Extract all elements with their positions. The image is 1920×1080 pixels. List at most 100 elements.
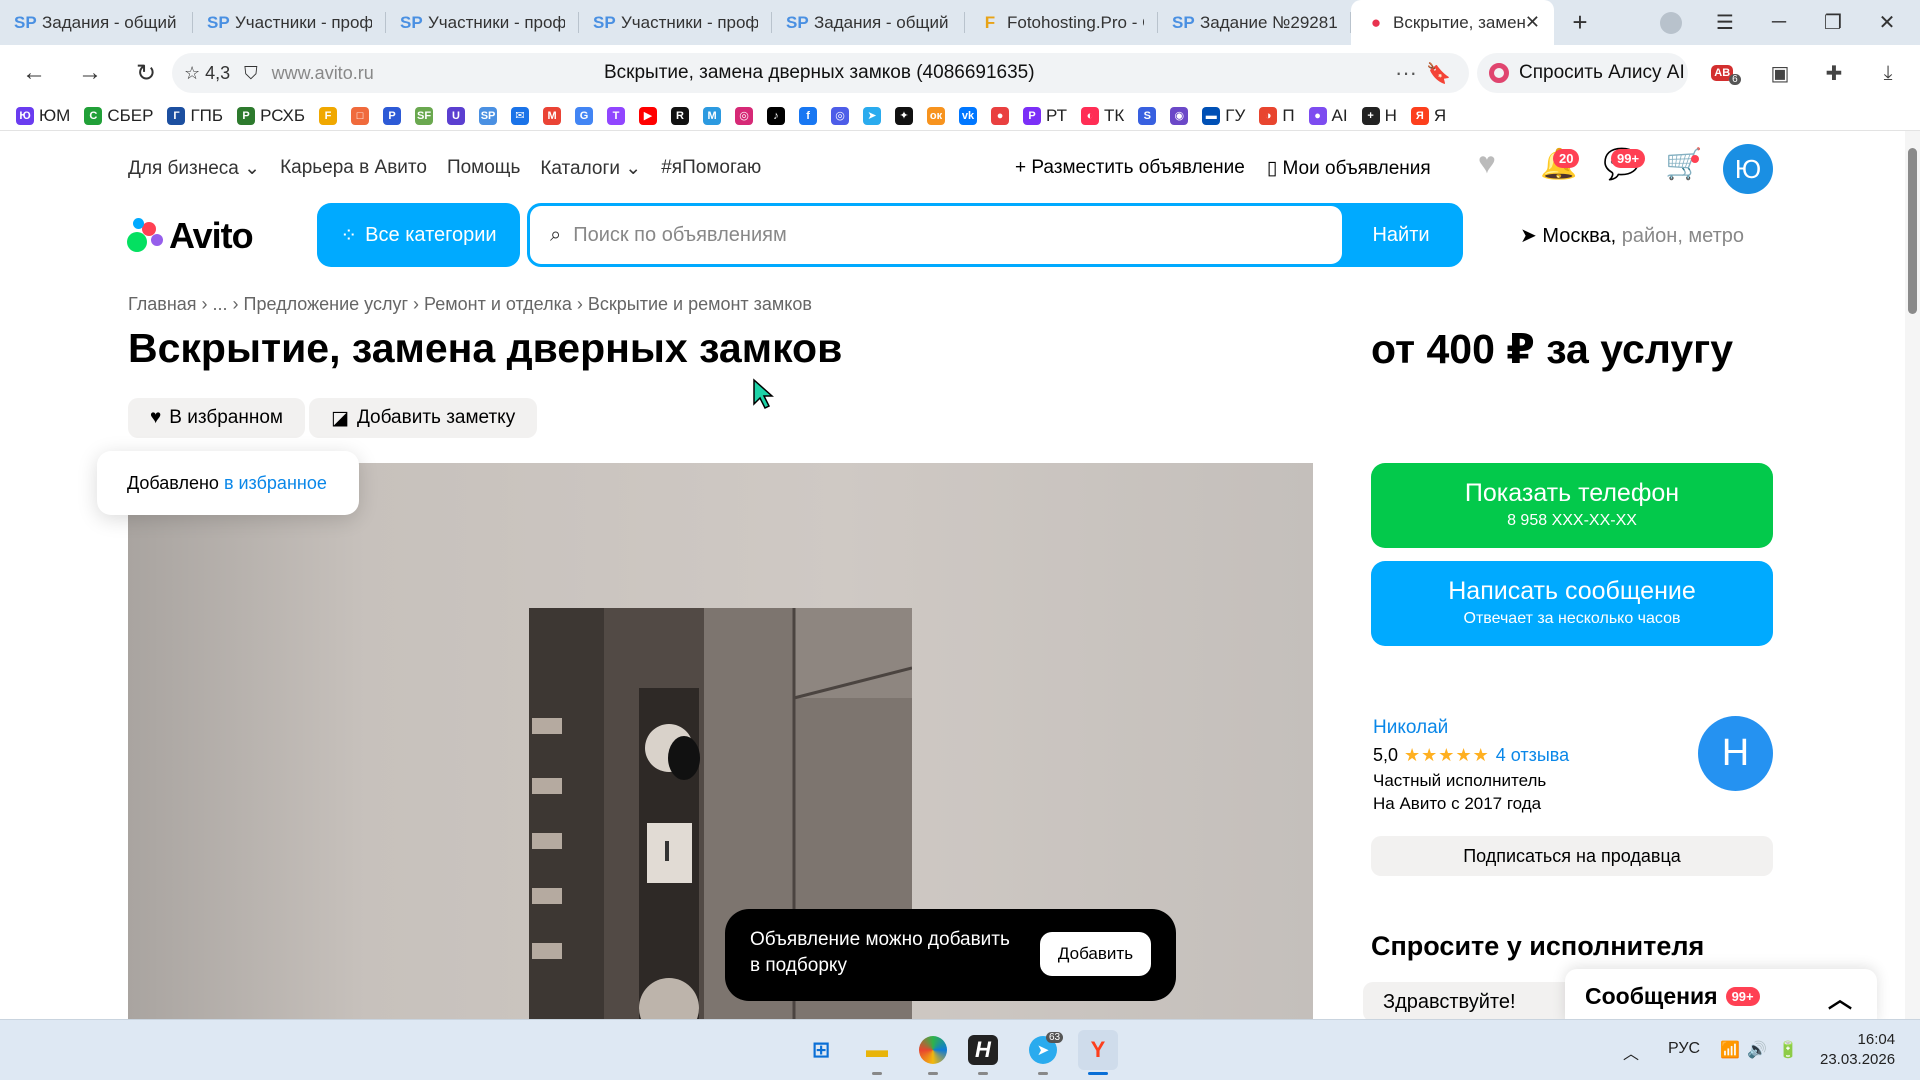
screenshot-extension-icon[interactable]: ▣ [1762, 55, 1798, 91]
browser-tab[interactable]: SP Задание №29281 [1158, 0, 1351, 45]
breadcrumb-item[interactable]: Предложение услуг [244, 294, 409, 314]
browser-tab[interactable]: F Fotohosting.Pro - Сохранено [965, 0, 1158, 45]
chevron-up-icon[interactable]: ︿ [1828, 979, 1852, 1014]
volume-icon[interactable]: 🔊 [1747, 1040, 1767, 1060]
nav-business[interactable]: Для бизнеса ⌄ [128, 157, 260, 180]
messages-panel[interactable]: Сообщения 99+ ︿ [1565, 969, 1877, 1019]
menu-icon[interactable]: ☰ [1702, 0, 1748, 45]
add-note-button[interactable]: ◪ Добавить заметку [309, 398, 538, 438]
bookmark-item[interactable]: U [447, 106, 466, 125]
bookmark-item[interactable]: ◎ [735, 106, 754, 125]
bookmark-item[interactable]: Ю ЮМ [16, 106, 70, 126]
bookmark-item[interactable]: ♪ [767, 106, 786, 125]
bookmark-icon[interactable]: 🔖 [1426, 61, 1451, 86]
bookmark-item[interactable]: Р РСХБ [237, 106, 305, 126]
bookmark-item[interactable]: □ [351, 106, 370, 125]
bookmark-item[interactable]: R [671, 106, 690, 125]
show-phone-button[interactable]: Показать телефон 8 958 XXX-XX-XX [1371, 463, 1773, 548]
file-explorer-icon[interactable]: ▬ [857, 1030, 897, 1070]
subscribe-seller-button[interactable]: Подписаться на продавца [1371, 836, 1773, 876]
bookmark-item[interactable]: T [607, 106, 626, 125]
bookmark-item[interactable]: Г ГПБ [167, 106, 223, 126]
bookmark-item[interactable]: ◐ ТК [1081, 106, 1124, 126]
bookmark-item[interactable]: S [1138, 106, 1157, 125]
in-favorites-button[interactable]: ♥ В избранном [128, 398, 305, 438]
adblock-extension-icon[interactable]: AB 6 [1708, 55, 1744, 91]
nav-career[interactable]: Карьера в Авито [280, 157, 427, 180]
favorites-link[interactable]: в избранное [224, 473, 327, 494]
location-selector[interactable]: ➤ Москва, район, метро [1520, 223, 1744, 248]
bookmark-item[interactable]: ✦ [895, 106, 914, 125]
browser-tab[interactable]: SPЗадания - общий список [0, 0, 193, 45]
extensions-icon[interactable]: ✚ [1816, 55, 1852, 91]
bookmark-item[interactable]: ЯЯ [1410, 106, 1446, 126]
cart-icon[interactable]: 🛒 [1665, 147, 1702, 182]
bookmark-item[interactable]: ◎ [831, 106, 850, 125]
reviews-link[interactable]: 4 отзыва [1496, 745, 1569, 766]
avito-logo[interactable]: Avito [127, 215, 254, 257]
quick-question-chip[interactable]: Здравствуйте! [1363, 982, 1593, 1019]
bookmark-item[interactable]: + Н [1361, 106, 1397, 126]
nav-catalogs[interactable]: Каталоги ⌄ [540, 157, 641, 180]
profile-icon[interactable] [1648, 0, 1694, 45]
my-ads-link[interactable]: ▯ Мои объявления [1267, 157, 1431, 180]
bookmark-item[interactable]: ◑ П [1259, 106, 1295, 126]
search-button[interactable]: Найти [1342, 206, 1460, 264]
nav-ihelp[interactable]: #яПомогаю [661, 157, 761, 180]
browser-tab[interactable]: SPУчастники - профиль [386, 0, 579, 45]
bookmark-item[interactable]: F [319, 106, 338, 125]
ask-alice-button[interactable]: Спросить Алису AI [1477, 53, 1688, 93]
close-window-icon[interactable]: ✕ [1864, 0, 1910, 45]
scrollbar-thumb[interactable] [1908, 148, 1917, 314]
bookmark-item[interactable]: С СБЕР [84, 106, 153, 126]
minimize-icon[interactable]: ─ [1756, 0, 1802, 45]
close-tab-icon[interactable]: ✕ [1525, 12, 1540, 33]
bookmark-item[interactable]: G [575, 106, 594, 125]
bookmark-item[interactable]: ◉ [1170, 106, 1189, 125]
post-ad-link[interactable]: + Разместить объявление [1015, 157, 1245, 180]
new-tab-button[interactable]: + [1562, 5, 1598, 41]
yandex-browser-icon[interactable]: Y [1078, 1030, 1118, 1070]
forward-arrow-icon[interactable]: → [68, 51, 112, 95]
back-arrow-icon[interactable]: ← [12, 51, 56, 95]
bookmark-item[interactable]: SF [415, 106, 434, 125]
browser-tab[interactable]: SPУчастники - профиль [193, 0, 386, 45]
breadcrumb-item[interactable]: Ремонт и отделка [424, 294, 572, 314]
browser-tab-active[interactable]: ● Вскрытие, замена ✕ [1351, 0, 1554, 45]
favorites-heart-icon[interactable]: ♥ [1478, 147, 1496, 181]
write-message-button[interactable]: Написать сообщение Отвечает за несколько … [1371, 561, 1773, 646]
search-input[interactable]: ⌕ Поиск по объявлениям [530, 206, 1342, 264]
bookmark-item[interactable]: vk [959, 106, 978, 125]
restore-icon[interactable]: ❐ [1810, 0, 1856, 45]
seller-name[interactable]: Николай [1373, 717, 1569, 739]
clock[interactable]: 16:04 23.03.2026 [1820, 1030, 1895, 1070]
edge-browser-icon[interactable] [913, 1030, 953, 1070]
bookmark-item[interactable]: ● [991, 106, 1010, 125]
downloads-icon[interactable]: ⤓ [1870, 55, 1906, 91]
browser-tab[interactable]: SPУчастники - профиль [579, 0, 772, 45]
bookmark-item[interactable]: M [543, 106, 562, 125]
all-categories-button[interactable]: ⁘ Все категории [317, 203, 520, 267]
reload-icon[interactable]: ↻ [124, 51, 168, 95]
windows-start-icon[interactable]: ⊞ [801, 1030, 841, 1070]
add-to-collection-button[interactable]: Добавить [1040, 932, 1151, 976]
bookmark-item[interactable]: ● AI [1308, 106, 1348, 126]
battery-icon[interactable]: 🔋 [1778, 1040, 1798, 1060]
h-app-icon[interactable]: H [968, 1035, 998, 1065]
shield-icon[interactable]: ⛉ [244, 63, 258, 84]
breadcrumb-item[interactable]: Главная [128, 294, 197, 314]
bookmark-item[interactable]: M [703, 106, 722, 125]
bookmark-item[interactable]: P РТ [1023, 106, 1067, 126]
bookmark-item[interactable]: ▶ [639, 106, 658, 125]
omnibox[interactable]: ☆ 4,3 ⛉ www.avito.ru Вскрытие, замена дв… [172, 53, 1469, 93]
bookmark-item[interactable]: ок [927, 106, 946, 125]
breadcrumb-item[interactable]: Вскрытие и ремонт замков [588, 294, 812, 314]
bookmark-item[interactable]: ▬ ГУ [1202, 106, 1245, 126]
bookmark-item[interactable]: ✉ [511, 106, 530, 125]
seller-avatar[interactable]: Н [1698, 716, 1773, 791]
wifi-icon[interactable]: 📶 [1720, 1040, 1740, 1060]
bookmark-item[interactable]: ➤ [863, 106, 882, 125]
breadcrumb-item[interactable]: ... [213, 294, 228, 314]
user-avatar[interactable]: Ю [1723, 144, 1773, 194]
tray-chevron-up-icon[interactable]: ︿ [1623, 1040, 1639, 1064]
